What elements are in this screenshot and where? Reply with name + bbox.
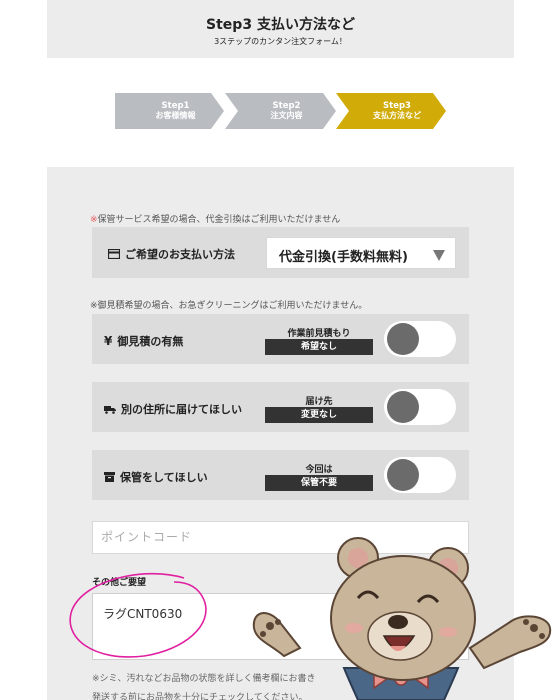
step-3-label: 支払方法など — [373, 111, 421, 120]
card-icon — [108, 249, 120, 259]
page-subtitle: 3ステップのカンタン注文フォーム！ — [214, 37, 347, 46]
delivery-row: 別の住所に届けてほしい 届け先 変更なし — [92, 382, 469, 432]
storage-toggle[interactable] — [384, 457, 456, 493]
estimate-row: ¥ 御見積の有無 作業前見積もり 希望なし — [92, 314, 469, 364]
toggle-knob — [387, 391, 419, 423]
delivery-label: 別の住所に届けてほしい — [104, 401, 242, 417]
toggle-knob — [387, 323, 419, 355]
storage-label: 保管をしてほしい — [104, 469, 208, 485]
delivery-caption: 届け先 — [305, 397, 333, 407]
payment-method-value: 代金引換(手数料無料) — [279, 250, 408, 265]
step-2-number: Step2 — [272, 101, 301, 111]
step-1-label: お客様情報 — [155, 111, 196, 120]
delivery-toggle[interactable] — [384, 389, 456, 425]
estimate-label-text: 御見積の有無 — [117, 335, 184, 348]
payment-method-label: ご希望のお支払い方法 — [108, 246, 235, 262]
payment-method-label-text: ご希望のお支払い方法 — [125, 248, 235, 261]
step-progress: Step1 お客様情報 Step2 注文内容 Step3 支払方法など — [115, 93, 446, 129]
storage-notice: ※保管サービス希望の場合、代金引換はご利用いただけません — [90, 212, 340, 225]
storage-label-text: 保管をしてほしい — [120, 471, 208, 484]
storage-row: 保管をしてほしい 今回は 保管不要 — [92, 450, 469, 500]
storage-caption: 今回は — [305, 465, 333, 475]
bear-mascot-illustration — [252, 537, 552, 700]
step-1-number: Step1 — [161, 101, 190, 111]
delivery-label-text: 別の住所に届けてほしい — [121, 403, 242, 416]
estimate-state: 希望なし — [265, 339, 373, 355]
other-requests-label: その他ご要望 — [92, 578, 147, 588]
payment-method-select[interactable]: 代金引換(手数料無料) — [266, 237, 456, 269]
step-2: Step2 注文内容 — [225, 93, 336, 129]
step-1: Step1 お客様情報 — [115, 93, 224, 129]
box-icon — [104, 472, 115, 482]
truck-icon — [104, 405, 116, 414]
payment-method-row: ご希望のお支払い方法 代金引換(手数料無料) — [92, 227, 469, 278]
dropdown-arrow-icon — [433, 250, 445, 261]
page-title: Step3 支払い方法など — [206, 17, 355, 33]
estimate-caption: 作業前見積もり — [287, 329, 351, 339]
delivery-state: 変更なし — [265, 407, 373, 423]
storage-state: 保管不要 — [265, 475, 373, 491]
estimate-label: ¥ 御見積の有無 — [104, 333, 183, 349]
estimate-toggle[interactable] — [384, 321, 456, 357]
toggle-knob — [387, 459, 419, 491]
step-3-active: Step3 支払方法など — [336, 93, 446, 129]
yen-icon: ¥ — [104, 334, 113, 348]
storage-notice-text: 保管サービス希望の場合、代金引換はご利用いただけません — [97, 215, 341, 225]
step-2-label: 注文内容 — [270, 111, 303, 120]
page-header: Step3 支払い方法など 3ステップのカンタン注文フォーム！ — [47, 0, 514, 58]
step-3-number: Step3 — [383, 101, 411, 111]
notice-mark: ※ — [90, 215, 98, 225]
estimate-notice: ※御見積希望の場合、お急ぎクリーニングはご利用いただけません。 — [90, 301, 368, 311]
